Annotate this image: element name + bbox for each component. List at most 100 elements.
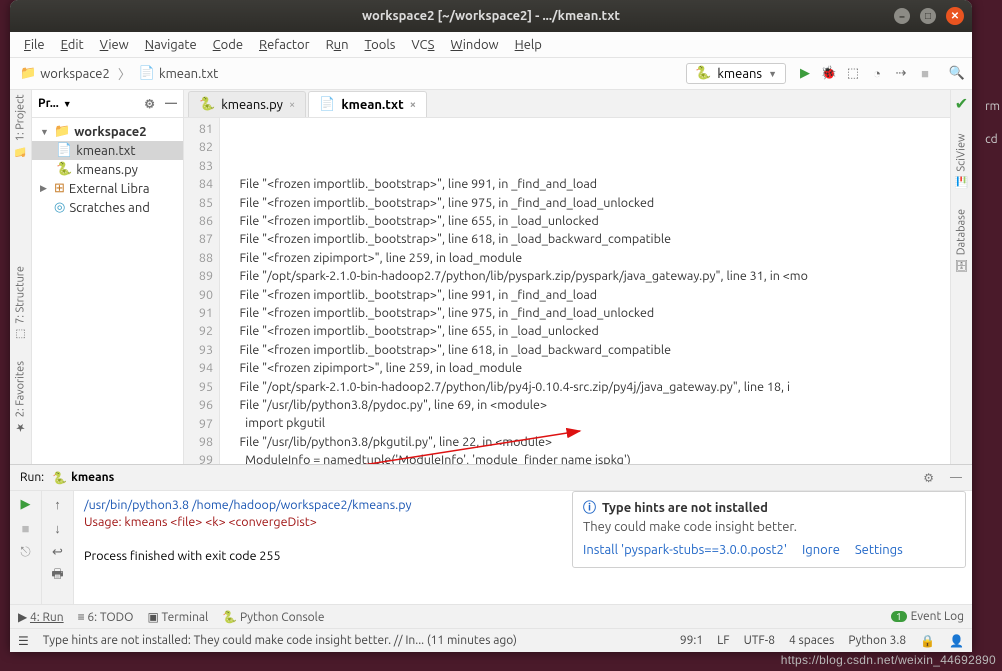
code-line[interactable]: File "/usr/lib/python3.8/pkgutil.py", li…	[228, 433, 950, 451]
ide-window: workspace2 [~/workspace2] - .../kmean.tx…	[10, 0, 972, 652]
line-gutter: 81828384858687888990919293949596979899	[184, 118, 220, 464]
tree-scratches[interactable]: ◎Scratches and	[32, 198, 183, 217]
code-line[interactable]: import pkgutil	[228, 414, 950, 432]
install-link[interactable]: Install 'pyspark-stubs==3.0.0.post2'	[583, 543, 787, 557]
status-menu-icon[interactable]: ☰	[18, 634, 29, 648]
project-settings-icon[interactable]: ⚙	[144, 97, 155, 111]
menu-help[interactable]: Help	[509, 36, 548, 54]
menu-file[interactable]: File	[18, 36, 51, 54]
menu-vcs[interactable]: VCS	[405, 36, 440, 54]
indent[interactable]: 4 spaces	[789, 634, 834, 647]
hector-icon[interactable]: 👤	[949, 634, 964, 648]
tree-root[interactable]: ▼📁workspace2	[32, 122, 183, 141]
menu-edit[interactable]: Edit	[55, 36, 90, 54]
search-everywhere-icon[interactable]: 🔍	[948, 65, 966, 83]
close-icon[interactable]: ×	[410, 99, 416, 111]
maximize-button[interactable]: □	[920, 8, 936, 24]
code-line[interactable]: File "<frozen importlib._bootstrap>", li…	[228, 304, 950, 322]
sidebar-tab-project[interactable]: 📁 1: Project	[14, 94, 27, 158]
editor-tabs: 🐍kmeans.py× 📄kmean.txt×	[184, 90, 950, 118]
project-pane: Pr... ▼ ⚙ — ▼📁workspace2 📄kmean.txt 🐍kme…	[32, 90, 184, 464]
menu-run[interactable]: Run	[320, 36, 355, 54]
stop-button[interactable]: ■	[916, 65, 934, 83]
ignore-link[interactable]: Ignore	[802, 543, 840, 557]
tab-kmeans-py[interactable]: 🐍kmeans.py×	[188, 91, 306, 117]
tree-external-libs[interactable]: ▶⊞External Libra	[32, 179, 183, 198]
print-icon[interactable]: 🖶	[49, 567, 67, 585]
tab-kmean-txt[interactable]: 📄kmean.txt×	[308, 91, 427, 117]
code-line[interactable]: File "/opt/spark-2.1.0-bin-hadoop2.7/pyt…	[228, 267, 950, 285]
code-line[interactable]: File "/opt/spark-2.1.0-bin-hadoop2.7/pyt…	[228, 378, 950, 396]
tab-python-console[interactable]: 🐍 Python Console	[222, 610, 324, 624]
run-config-select[interactable]: 🐍kmeans▼	[686, 63, 786, 84]
menu-refactor[interactable]: Refactor	[253, 36, 316, 54]
code-line[interactable]: File "<frozen importlib._bootstrap>", li…	[228, 175, 950, 193]
inspection-ok-icon[interactable]: ✔	[955, 94, 968, 113]
close-icon[interactable]: ×	[289, 99, 295, 111]
event-log[interactable]: 1Event Log	[891, 610, 964, 623]
info-icon: ⓘ	[583, 500, 596, 517]
settings-link[interactable]: Settings	[855, 543, 903, 557]
menu-navigate[interactable]: Navigate	[139, 36, 203, 54]
run-panel-config: kmeans	[71, 471, 114, 484]
run-console[interactable]: /usr/bin/python3.8 /home/hadoop/workspac…	[74, 491, 972, 604]
code-line[interactable]: File "/usr/lib/python3.8/pydoc.py", line…	[228, 396, 950, 414]
run-button[interactable]: ▶	[796, 65, 814, 83]
close-button[interactable]: ✕	[946, 7, 964, 25]
code-line[interactable]: File "<frozen importlib._bootstrap>", li…	[228, 322, 950, 340]
menubar: File Edit View Navigate Code Refactor Ru…	[10, 32, 972, 58]
code-line[interactable]: File "<frozen importlib._bootstrap>", li…	[228, 194, 950, 212]
line-ending[interactable]: LF	[717, 634, 729, 647]
tab-run[interactable]: ▶ 4: Run	[18, 610, 64, 624]
encoding[interactable]: UTF-8	[744, 634, 775, 647]
menu-view[interactable]: View	[94, 36, 135, 54]
menu-window[interactable]: Window	[444, 36, 504, 54]
profile-button[interactable]: ◔	[868, 65, 886, 83]
breadcrumb: 📁workspace2 〉 📄kmean.txt	[16, 64, 222, 83]
type-hints-notice: ⓘType hints are not installed They could…	[572, 491, 966, 568]
up-stack-icon[interactable]: ↑	[49, 495, 67, 513]
stop-button[interactable]: ■	[17, 519, 35, 537]
minimize-button[interactable]: –	[894, 8, 910, 24]
chevron-right-icon: 〉	[116, 64, 133, 83]
sidebar-tab-favorites[interactable]: ★ 2: Favorites	[14, 361, 27, 434]
navbar: 📁workspace2 〉 📄kmean.txt 🐍kmeans▼ ▶ 🐞 ⬚ …	[10, 58, 972, 90]
tab-terminal[interactable]: ▣ Terminal	[147, 610, 208, 624]
code-content[interactable]: File "<frozen importlib._bootstrap>", li…	[220, 118, 950, 464]
tree-item-kmean-txt[interactable]: 📄kmean.txt	[32, 141, 183, 160]
code-line[interactable]: File "<frozen importlib._bootstrap>", li…	[228, 341, 950, 359]
down-stack-icon[interactable]: ↓	[49, 519, 67, 537]
titlebar: workspace2 [~/workspace2] - .../kmean.tx…	[10, 0, 972, 32]
run-hide-icon[interactable]: —	[950, 471, 962, 484]
code-line[interactable]: File "<frozen importlib._bootstrap>", li…	[228, 286, 950, 304]
run-settings-icon[interactable]: ⚙	[923, 471, 934, 485]
lock-icon[interactable]: 🔒	[920, 634, 935, 648]
caret-position[interactable]: 99:1	[680, 634, 703, 647]
coverage-button[interactable]: ⬚	[844, 65, 862, 83]
rerun-button[interactable]: ▶	[17, 495, 35, 513]
sidebar-tab-sciview[interactable]: 📊 SciView	[955, 133, 968, 189]
menu-tools[interactable]: Tools	[359, 36, 402, 54]
code-line[interactable]: File "<frozen importlib._bootstrap>", li…	[228, 212, 950, 230]
code-line[interactable]: File "<frozen zipimport>", line 259, in …	[228, 359, 950, 377]
ext-rm: rm	[985, 100, 1000, 113]
code-line[interactable]: File "<frozen zipimport>", line 259, in …	[228, 249, 950, 267]
debug-button[interactable]: 🐞	[820, 65, 838, 83]
code-line[interactable]: File "<frozen importlib._bootstrap>", li…	[228, 230, 950, 248]
project-collapse-icon[interactable]: —	[165, 97, 177, 110]
tree-item-kmeans-py[interactable]: 🐍kmeans.py	[32, 160, 183, 179]
exit-button[interactable]: ⎋	[17, 543, 35, 561]
interpreter[interactable]: Python 3.8	[848, 634, 906, 647]
editor[interactable]: 81828384858687888990919293949596979899 F…	[184, 118, 950, 464]
ext-cd: cd	[985, 133, 1000, 146]
code-line[interactable]: ModuleInfo = namedtuple('ModuleInfo', 'm…	[228, 451, 950, 464]
soft-wrap-icon[interactable]: ↩	[49, 543, 67, 561]
sidebar-tab-database[interactable]: 🗄 Database	[955, 209, 968, 273]
attach-button[interactable]: ⇢	[892, 65, 910, 83]
breadcrumb-file[interactable]: 📄kmean.txt	[135, 64, 222, 83]
breadcrumb-root[interactable]: 📁workspace2	[16, 64, 114, 83]
bottom-tool-bar: ▶ 4: Run ≡ 6: TODO ▣ Terminal 🐍 Python C…	[10, 604, 972, 628]
tab-todo[interactable]: ≡ 6: TODO	[78, 610, 134, 624]
sidebar-tab-structure[interactable]: ⬚ 7: Structure	[14, 266, 27, 341]
menu-code[interactable]: Code	[207, 36, 249, 54]
